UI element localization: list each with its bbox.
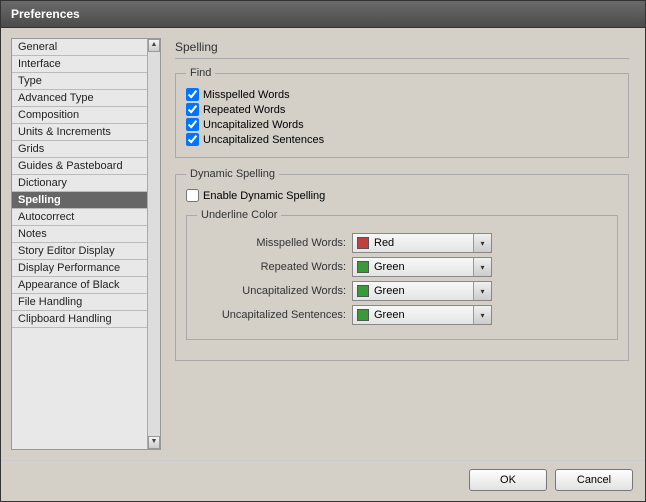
color-row-repeated: Repeated Words: Green ▾ (197, 257, 607, 277)
ok-button[interactable]: OK (469, 469, 547, 491)
color-select-uncap-words[interactable]: Green ▾ (352, 281, 492, 301)
uncap-sentences-input[interactable] (186, 133, 199, 146)
scroll-down-icon[interactable]: ▼ (148, 436, 160, 449)
color-value-misspelled: Red (374, 237, 394, 249)
misspelled-words-checkbox[interactable]: Misspelled Words (186, 87, 618, 102)
scroll-up-icon[interactable]: ▲ (148, 39, 160, 52)
page-title: Spelling (175, 40, 629, 54)
enable-dynamic-checkbox[interactable]: Enable Dynamic Spelling (186, 188, 618, 203)
color-label-uncap-sent: Uncapitalized Sentences: (197, 309, 352, 321)
color-value-uncap-words: Green (374, 285, 405, 297)
uncap-words-checkbox[interactable]: Uncapitalized Words (186, 117, 618, 132)
chevron-down-icon: ▾ (473, 258, 491, 276)
enable-dynamic-input[interactable] (186, 189, 199, 202)
color-row-uncap-sent: Uncapitalized Sentences: Green ▾ (197, 305, 607, 325)
dialog-buttons: OK Cancel (1, 460, 645, 501)
chevron-down-icon: ▾ (473, 306, 491, 324)
sidebar-item-story-editor-display[interactable]: Story Editor Display (12, 243, 147, 260)
cancel-button[interactable]: Cancel (555, 469, 633, 491)
sidebar-item-grids[interactable]: Grids (12, 141, 147, 158)
color-label-repeated: Repeated Words: (197, 261, 352, 273)
window-title: Preferences (11, 7, 80, 21)
color-select-repeated[interactable]: Green ▾ (352, 257, 492, 277)
chevron-down-icon: ▾ (473, 282, 491, 300)
uncap-words-label: Uncapitalized Words (203, 119, 304, 131)
sidebar-item-general[interactable]: General (12, 39, 147, 56)
sidebar-item-composition[interactable]: Composition (12, 107, 147, 124)
color-select-uncap-sent[interactable]: Green ▾ (352, 305, 492, 325)
title-divider (175, 58, 629, 59)
category-list[interactable]: GeneralInterfaceTypeAdvanced TypeComposi… (12, 39, 147, 449)
sidebar-item-file-handling[interactable]: File Handling (12, 294, 147, 311)
underline-color-group: Underline Color Misspelled Words: Red ▾ … (186, 209, 618, 340)
sidebar-scrollbar[interactable]: ▲ ▼ (147, 39, 160, 449)
sidebar-item-clipboard-handling[interactable]: Clipboard Handling (12, 311, 147, 328)
find-group: Find Misspelled Words Repeated Words Unc… (175, 67, 629, 158)
sidebar-item-display-performance[interactable]: Display Performance (12, 260, 147, 277)
swatch-uncap-words (357, 285, 369, 297)
color-row-uncap-words: Uncapitalized Words: Green ▾ (197, 281, 607, 301)
color-value-repeated: Green (374, 261, 405, 273)
sidebar-item-autocorrect[interactable]: Autocorrect (12, 209, 147, 226)
sidebar-item-notes[interactable]: Notes (12, 226, 147, 243)
sidebar-item-spelling[interactable]: Spelling (12, 192, 147, 209)
color-value-uncap-sent: Green (374, 309, 405, 321)
sidebar-container: GeneralInterfaceTypeAdvanced TypeComposi… (11, 38, 161, 450)
uncap-sentences-checkbox[interactable]: Uncapitalized Sentences (186, 132, 618, 147)
color-row-misspelled: Misspelled Words: Red ▾ (197, 233, 607, 253)
swatch-uncap-sent (357, 309, 369, 321)
sidebar-item-appearance-of-black[interactable]: Appearance of Black (12, 277, 147, 294)
swatch-misspelled (357, 237, 369, 249)
sidebar-item-guides-pasteboard[interactable]: Guides & Pasteboard (12, 158, 147, 175)
titlebar: Preferences (1, 1, 645, 28)
sidebar-item-advanced-type[interactable]: Advanced Type (12, 90, 147, 107)
misspelled-words-label: Misspelled Words (203, 89, 290, 101)
repeated-words-label: Repeated Words (203, 104, 285, 116)
dynamic-spelling-group: Dynamic Spelling Enable Dynamic Spelling… (175, 168, 629, 361)
underline-color-legend: Underline Color (197, 209, 281, 221)
sidebar-item-type[interactable]: Type (12, 73, 147, 90)
repeated-words-checkbox[interactable]: Repeated Words (186, 102, 618, 117)
enable-dynamic-label: Enable Dynamic Spelling (203, 190, 325, 202)
uncap-sentences-label: Uncapitalized Sentences (203, 134, 324, 146)
find-legend: Find (186, 67, 215, 79)
dialog-body: GeneralInterfaceTypeAdvanced TypeComposi… (1, 28, 645, 460)
chevron-down-icon: ▾ (473, 234, 491, 252)
color-label-misspelled: Misspelled Words: (197, 237, 352, 249)
content-panel: Spelling Find Misspelled Words Repeated … (173, 38, 635, 450)
color-label-uncap-words: Uncapitalized Words: (197, 285, 352, 297)
dynamic-legend: Dynamic Spelling (186, 168, 279, 180)
sidebar-item-dictionary[interactable]: Dictionary (12, 175, 147, 192)
preferences-dialog: Preferences GeneralInterfaceTypeAdvanced… (0, 0, 646, 502)
swatch-repeated (357, 261, 369, 273)
sidebar-item-units-increments[interactable]: Units & Increments (12, 124, 147, 141)
repeated-words-input[interactable] (186, 103, 199, 116)
uncap-words-input[interactable] (186, 118, 199, 131)
misspelled-words-input[interactable] (186, 88, 199, 101)
color-select-misspelled[interactable]: Red ▾ (352, 233, 492, 253)
sidebar-item-interface[interactable]: Interface (12, 56, 147, 73)
